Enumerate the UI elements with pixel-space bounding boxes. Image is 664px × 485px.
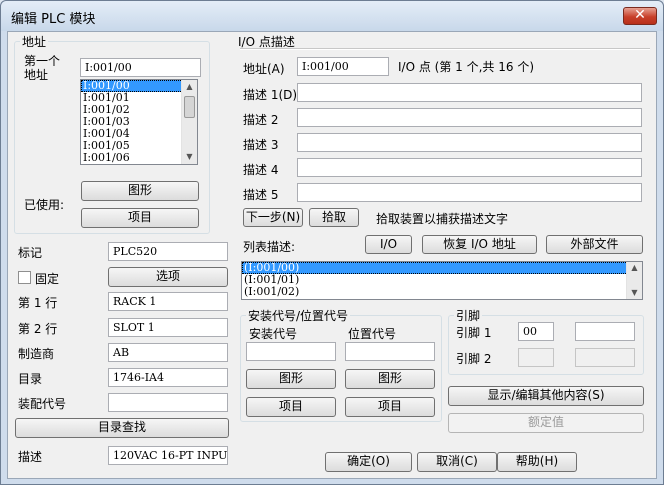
window-title: 编辑 PLC 模块 [11,12,96,27]
install-item-button[interactable]: 项目 [246,397,336,417]
pin1-label: 引脚 1 [456,326,492,340]
pick-hint: 拾取装置以捕获描述文字 [376,212,509,226]
io-group-separator [240,48,650,50]
address-list-scrollbar[interactable]: ▲ ▼ [181,80,197,164]
rating-button: 额定值 [448,413,644,433]
io-button[interactable]: I/O [365,235,412,254]
io-description-listbox[interactable]: (I:001/00) (I:001/01) (I:001/02) ▲ ▼ [241,261,643,300]
location-item-button[interactable]: 项目 [345,397,435,417]
tag-label: 标记 [18,246,43,260]
io-point-info: I/O 点 (第 1 个,共 16 个) [398,60,534,74]
address-listbox[interactable]: I:001/00 I:001/01 I:001/02 I:001/03 I:001/04… [80,79,198,165]
address-list-item[interactable]: I:001/07 [83,164,130,165]
desc5-label: 描述 5 [243,188,279,202]
line1-input[interactable]: RACK 1 [108,292,228,311]
install-code-label: 安装代号 [249,327,298,341]
catalog-label: 目录 [18,372,43,386]
fixed-checkbox[interactable] [18,271,31,284]
scroll-down-icon[interactable]: ▼ [182,150,197,164]
assembly-code-input[interactable] [108,393,228,412]
cancel-button[interactable]: 取消(C) [417,452,497,472]
address-list-items: I:001/00 I:001/01 I:001/02 I:001/03 I:001/04… [81,80,197,165]
title-bar[interactable]: 编辑 PLC 模块 ✕ [1,1,663,31]
scroll-up-icon[interactable]: ▲ [182,80,197,94]
pin2-input [518,348,554,367]
desc1-label: 描述 1(D) [243,88,298,102]
io-address-label: 地址(A) [243,62,285,76]
line1-label: 第 1 行 [18,296,58,310]
first-address-label: 第一个 地址 [24,54,61,82]
description-label: 描述 [18,450,43,464]
io-list-item[interactable]: (I:001/02) [242,286,642,298]
list-description-label: 列表描述: [243,240,296,254]
help-button[interactable]: 帮助(H) [497,452,577,472]
dialog-client: 地址 第一个 地址 I:001/00 I:001/00 I:001/01 I:001… [7,31,657,479]
assembly-code-label: 装配代号 [18,397,67,411]
catalog-input[interactable]: 1746-IA4 [108,368,228,387]
tag-input[interactable]: PLC520 [108,242,228,261]
desc3-label: 描述 3 [243,138,279,152]
manufacturer-input[interactable]: AB [108,343,228,362]
show-edit-other-button[interactable]: 显示/编辑其他内容(S) [448,386,644,406]
desc2-input[interactable] [297,108,642,127]
fixed-label: 固定 [35,272,60,286]
close-button[interactable]: ✕ [623,7,657,25]
location-code-input[interactable] [345,342,435,361]
description-input[interactable]: 120VAC 16-PT INPUT [108,446,228,465]
location-code-label: 位置代号 [348,327,397,341]
desc4-input[interactable] [297,158,642,177]
scroll-up-icon[interactable]: ▲ [627,262,642,274]
address-group-title: 地址 [20,33,49,50]
pin1-right-input[interactable] [575,322,635,341]
next-button[interactable]: 下一步(N) [243,208,303,227]
dialog-window: 编辑 PLC 模块 ✕ 地址 第一个 地址 I:001/00 I:001/00 I… [0,0,664,485]
restore-io-address-button[interactable]: 恢复 I/O 地址 [422,235,537,254]
options-button[interactable]: 选项 [108,267,228,287]
io-list-scrollbar[interactable]: ▲ ▼ [626,262,642,299]
scroll-down-icon[interactable]: ▼ [627,287,642,299]
scroll-thumb[interactable] [184,96,195,118]
line2-input[interactable]: SLOT 1 [108,318,228,337]
address-item-button[interactable]: 项目 [81,208,199,228]
pin2-right-input [575,348,635,367]
used-label: 已使用: [24,198,65,212]
desc1-input[interactable] [297,83,642,102]
manufacturer-label: 制造商 [18,347,55,361]
install-graphic-button[interactable]: 图形 [246,369,336,389]
location-graphic-button[interactable]: 图形 [345,369,435,389]
install-code-input[interactable] [246,342,336,361]
pin2-label: 引脚 2 [456,352,492,366]
desc2-label: 描述 2 [243,113,279,127]
ok-button[interactable]: 确定(O) [325,452,412,472]
line2-label: 第 2 行 [18,322,58,336]
catalog-search-button[interactable]: 目录查找 [15,418,229,438]
io-address-input[interactable]: I:001/00 [297,57,389,76]
pin1-input[interactable]: 00 [518,322,554,341]
pins-group-title: 引脚 [454,307,483,324]
desc3-input[interactable] [297,133,642,152]
io-list-items: (I:001/00) (I:001/01) (I:001/02) [242,262,642,298]
io-list-item[interactable]: (I:001/00) [242,262,642,274]
io-list-item[interactable]: (I:001/01) [242,274,642,286]
external-file-button[interactable]: 外部文件 [546,235,643,254]
desc4-label: 描述 4 [243,163,279,177]
first-address-input[interactable]: I:001/00 [80,58,201,77]
pick-button[interactable]: 拾取 [309,208,359,227]
install-location-group-title: 安装代号/位置代号 [246,307,351,324]
address-graphic-button[interactable]: 图形 [81,181,199,201]
desc5-input[interactable] [297,183,642,202]
